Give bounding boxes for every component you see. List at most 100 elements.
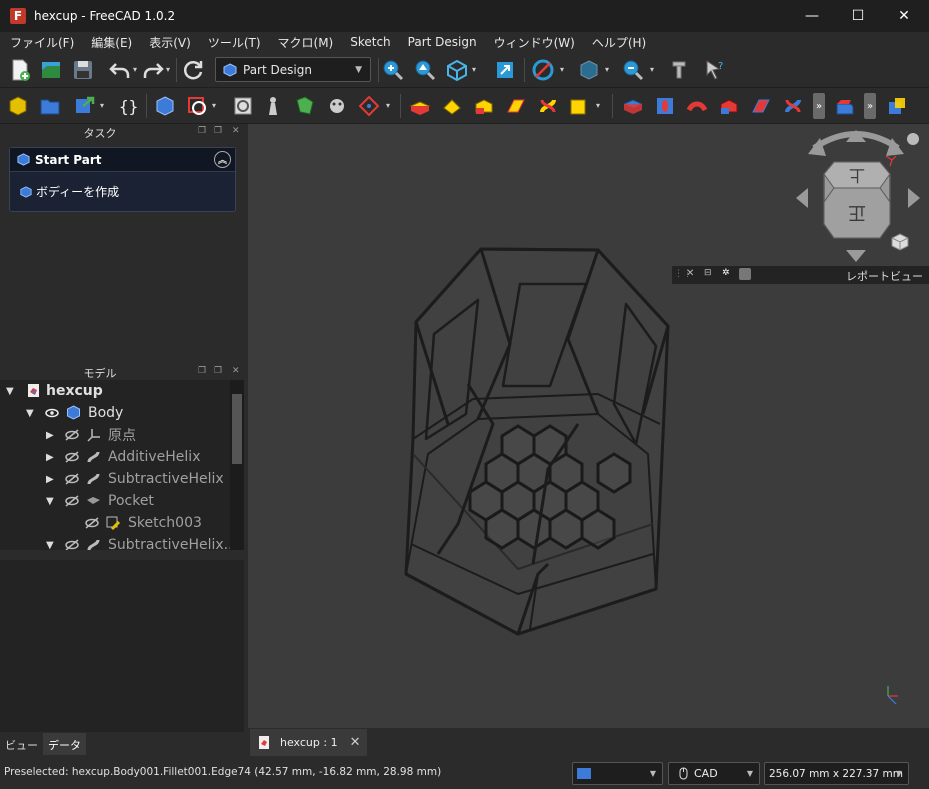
tree-item-pocket[interactable]: ▼ Pocket	[0, 490, 230, 512]
link-icon[interactable]	[72, 93, 98, 119]
float-icon[interactable]: ❐	[214, 366, 222, 376]
undo-icon[interactable]	[107, 57, 133, 83]
workbench-selector[interactable]: Part Design ▼	[215, 57, 371, 82]
clone-icon[interactable]	[260, 93, 286, 119]
menu-help[interactable]: ヘルプ(H)	[582, 34, 653, 51]
fit-selection-icon[interactable]	[412, 57, 438, 83]
additive-pipe-icon[interactable]	[503, 93, 529, 119]
minimize-button[interactable]: —	[789, 0, 835, 32]
view-menu-icon[interactable]	[907, 133, 919, 145]
save-icon[interactable]	[70, 57, 96, 83]
maximize-button[interactable]: ☐	[835, 0, 881, 32]
settings-icon[interactable]: ✲	[722, 268, 730, 278]
menu-tools[interactable]: ツール(T)	[198, 34, 268, 51]
additive-loft-icon[interactable]	[471, 93, 497, 119]
dimension-display[interactable]: 256.07 mm x 227.37 mm ▼	[764, 762, 909, 785]
open-document-icon[interactable]	[38, 57, 64, 83]
close-icon[interactable]: ✕	[232, 366, 240, 376]
hidden-eye-icon[interactable]	[84, 517, 100, 529]
additive-primitive-icon[interactable]	[566, 93, 592, 119]
additive-primitive-dropdown-icon[interactable]: ▾	[596, 102, 604, 110]
collapse-icon[interactable]: ︽	[214, 151, 231, 168]
collapse-arrow-icon[interactable]: ▼	[26, 408, 34, 419]
tab-data[interactable]: データ	[43, 733, 86, 755]
subshape-binder-icon[interactable]	[324, 93, 350, 119]
tree-scrollbar[interactable]	[230, 380, 244, 550]
close-window-button[interactable]: ✕	[881, 0, 927, 32]
toolbar-more-button[interactable]: »	[864, 93, 876, 119]
draw-style-dropdown-icon[interactable]: ▾	[560, 66, 568, 74]
expand-arrow-icon[interactable]: ▶	[46, 452, 54, 463]
tree-item-sketch003[interactable]: Sketch003	[0, 512, 230, 534]
hole-icon[interactable]	[652, 93, 678, 119]
arrow-left-icon[interactable]	[796, 188, 808, 208]
toolbar-more-button[interactable]: »	[813, 93, 825, 119]
visible-eye-icon[interactable]	[44, 407, 60, 419]
tree-item-subtractive-helix[interactable]: ▶ SubtractiveHelix	[0, 468, 230, 490]
expand-arrow-icon[interactable]: ▶	[46, 474, 54, 485]
collapse-arrow-icon[interactable]: ▼	[6, 386, 14, 397]
close-icon[interactable]: ✕	[232, 126, 240, 136]
zoom-icon[interactable]	[620, 57, 646, 83]
datum-plane-icon[interactable]	[356, 93, 382, 119]
expand-arrow-icon[interactable]: ▶	[46, 430, 54, 441]
bounding-box-icon[interactable]	[576, 57, 602, 83]
float-icon[interactable]: ❐	[198, 126, 206, 136]
group-folder-icon[interactable]	[37, 93, 63, 119]
subtractive-pipe-icon[interactable]	[748, 93, 774, 119]
redo-dropdown-icon[interactable]: ▾	[166, 66, 174, 74]
measure-icon[interactable]	[666, 57, 692, 83]
variable-set-icon[interactable]: {}	[115, 93, 141, 119]
redo-icon[interactable]	[140, 57, 166, 83]
subtractive-loft-icon[interactable]	[716, 93, 742, 119]
sketch-dropdown-icon[interactable]: ▾	[212, 102, 220, 110]
hidden-eye-icon[interactable]	[64, 539, 80, 550]
link-dropdown-icon[interactable]: ▾	[100, 102, 108, 110]
pad-icon[interactable]	[407, 93, 433, 119]
body-icon[interactable]	[152, 93, 178, 119]
set-view-icon[interactable]	[492, 57, 518, 83]
part-icon[interactable]	[5, 93, 31, 119]
isometric-view-icon[interactable]	[444, 57, 470, 83]
hidden-eye-icon[interactable]	[64, 451, 80, 463]
navigation-style-selector[interactable]: CAD ▼	[668, 762, 760, 785]
draw-style-icon[interactable]	[530, 57, 556, 83]
menu-part-design[interactable]: Part Design	[398, 35, 484, 49]
navigation-cube[interactable]: 上 正	[790, 128, 929, 266]
cube-front-face[interactable]: 正	[848, 202, 866, 223]
bounding-box-dropdown-icon[interactable]: ▾	[605, 66, 613, 74]
float-icon[interactable]: ⊟	[704, 268, 712, 278]
scrollbar-thumb[interactable]	[232, 394, 242, 464]
tree-item-origin[interactable]: ▶ 原点	[0, 424, 230, 446]
shape-binder-icon[interactable]	[292, 93, 318, 119]
validate-sketch-icon[interactable]	[230, 93, 256, 119]
fillet-icon[interactable]	[832, 93, 858, 119]
arrow-right-icon[interactable]	[908, 188, 920, 208]
whats-this-icon[interactable]: ?	[702, 57, 728, 83]
menu-edit[interactable]: 編集(E)	[81, 34, 139, 51]
menu-window[interactable]: ウィンドウ(W)	[484, 34, 582, 51]
close-icon[interactable]: ✕	[686, 268, 694, 279]
tree-item-subtractive-helix-2[interactable]: ▼ SubtractiveHelix...	[0, 534, 237, 551]
hidden-eye-icon[interactable]	[64, 495, 80, 507]
tree-item-hexcup[interactable]: ▼ hexcup	[0, 380, 230, 402]
small-cube-icon[interactable]	[891, 233, 909, 251]
pocket-icon[interactable]	[620, 93, 646, 119]
arrow-down-icon[interactable]	[846, 250, 866, 262]
refresh-icon[interactable]	[180, 57, 206, 83]
close-tab-icon[interactable]: ✕	[350, 735, 361, 750]
create-sketch-icon[interactable]	[184, 93, 210, 119]
collapse-arrow-icon[interactable]: ▼	[46, 540, 54, 551]
menu-macro[interactable]: マクロ(M)	[268, 34, 341, 51]
revolution-icon[interactable]	[439, 93, 465, 119]
float-icon[interactable]: ❐	[198, 366, 206, 376]
additive-helix-icon[interactable]	[535, 93, 561, 119]
document-tab[interactable]: hexcup : 1 ✕	[250, 729, 367, 756]
unit-system-selector[interactable]: ▼	[572, 762, 663, 785]
menu-file[interactable]: ファイル(F)	[0, 34, 81, 51]
tree-item-additive-helix[interactable]: ▶ AdditiveHelix	[0, 446, 230, 468]
hidden-eye-icon[interactable]	[64, 429, 80, 441]
tree-item-body[interactable]: ▼ Body	[0, 402, 230, 424]
collapse-arrow-icon[interactable]: ▼	[46, 496, 54, 507]
cube-body[interactable]: 上 正	[823, 161, 891, 239]
